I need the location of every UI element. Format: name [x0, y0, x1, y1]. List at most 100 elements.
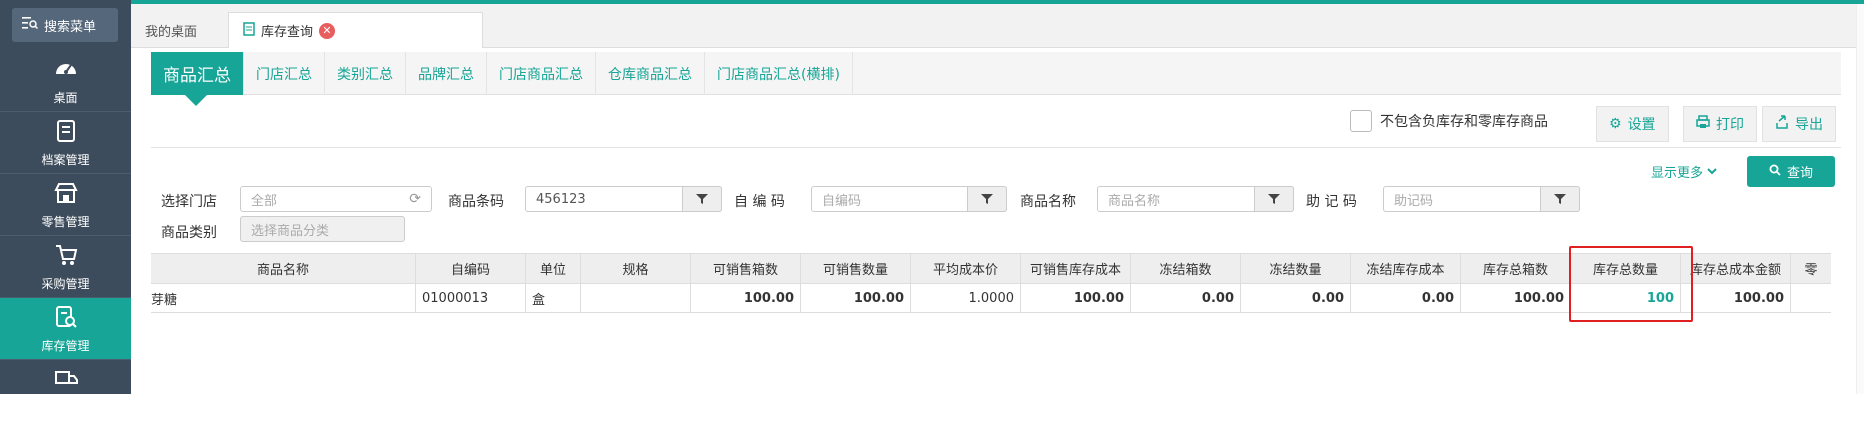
cell-frozen-qty: 0.00: [1241, 284, 1351, 312]
vertical-scrollbar[interactable]: [1856, 4, 1864, 394]
tab-inventory-query[interactable]: 库存查询 ✕: [228, 12, 483, 48]
cell-frozen-cost: 0.00: [1351, 284, 1461, 312]
column-header[interactable]: 冻结箱数: [1131, 254, 1241, 283]
column-header[interactable]: 可销售库存成本: [1021, 254, 1131, 283]
settings-button[interactable]: ⚙ 设置: [1596, 106, 1669, 142]
tab-my-desktop[interactable]: 我的桌面: [131, 12, 226, 48]
cell-sellable-boxes: 100.00: [691, 284, 801, 312]
close-icon[interactable]: ✕: [319, 22, 336, 39]
column-header[interactable]: 可销售数量: [801, 254, 911, 283]
show-more-label: 显示更多: [1651, 166, 1704, 181]
tab-label: 我的桌面: [145, 24, 198, 40]
checkbox-label: 不包含负库存和零库存商品: [1380, 114, 1548, 130]
column-header[interactable]: 零: [1791, 254, 1831, 283]
mnemonic-input[interactable]: 助记码: [1383, 186, 1580, 212]
exclude-negative-stock-checkbox[interactable]: [1350, 110, 1372, 132]
sidebar-item-retail[interactable]: 零售管理: [0, 174, 131, 236]
selfcode-input[interactable]: 自编码: [811, 186, 1007, 212]
search-icon: [1769, 164, 1781, 180]
subtab-store-summary[interactable]: 门店汇总: [244, 52, 325, 95]
cart-icon: [53, 242, 79, 271]
category-select[interactable]: 选择商品分类: [240, 216, 405, 242]
product-name-label: 商品名称: [1020, 194, 1076, 210]
selfcode-label: 自 编 码: [734, 194, 785, 210]
sidebar: 搜索菜单 桌面 档案管理 零售管理 采购管理 库存管理: [0, 0, 131, 394]
cell-extra: [1791, 284, 1831, 312]
column-header[interactable]: 库存总箱数: [1461, 254, 1571, 283]
sidebar-item-label: 零售管理: [41, 214, 90, 229]
cell-self-code: 01000013: [416, 284, 526, 312]
mnemonic-filter-button[interactable]: [1540, 186, 1580, 212]
column-header[interactable]: 冻结库存成本: [1351, 254, 1461, 283]
subtab-brand-summary[interactable]: 品牌汇总: [406, 52, 487, 95]
column-header[interactable]: 冻结数量: [1241, 254, 1351, 283]
inventory-icon: [53, 304, 79, 333]
chevron-down-icon: [1707, 164, 1717, 179]
barcode-input[interactable]: 456123: [525, 186, 722, 212]
dashboard-icon: [53, 56, 79, 85]
sidebar-item-label: 桌面: [53, 90, 78, 105]
cell-sellable-qty: 100.00: [801, 284, 911, 312]
active-tab-pointer: [185, 95, 207, 106]
store-label: 选择门店: [161, 194, 217, 210]
cell-avg-cost: 1.0000: [911, 284, 1021, 312]
highlight-box: [1569, 246, 1693, 322]
sidebar-item-logistics[interactable]: [0, 360, 131, 422]
cell-frozen-boxes: 0.00: [1131, 284, 1241, 312]
sidebar-item-label: 档案管理: [41, 152, 90, 167]
subtab-warehouse-product-summary[interactable]: 仓库商品汇总: [596, 52, 705, 95]
document-icon: [243, 21, 255, 40]
column-header[interactable]: 自编码: [416, 254, 526, 283]
export-button[interactable]: 导出: [1762, 106, 1836, 142]
gear-icon: ⚙: [1609, 116, 1622, 132]
query-label: 查询: [1786, 166, 1813, 181]
column-header[interactable]: 可销售箱数: [691, 254, 801, 283]
tab-label: 库存查询: [261, 25, 314, 40]
print-label: 打印: [1716, 117, 1744, 133]
column-header[interactable]: 库存总成本金额: [1681, 254, 1791, 283]
filter-icon: [1554, 194, 1566, 204]
export-label: 导出: [1795, 117, 1823, 133]
sidebar-item-purchase[interactable]: 采购管理: [0, 236, 131, 298]
filter-icon: [696, 194, 708, 204]
category-placeholder: 选择商品分类: [251, 223, 330, 239]
product-name-input[interactable]: 商品名称: [1097, 186, 1294, 212]
subtab-category-summary[interactable]: 类别汇总: [325, 52, 406, 95]
selfcode-filter-button[interactable]: [967, 186, 1007, 212]
refresh-icon[interactable]: ⟳: [409, 191, 421, 207]
show-more-link[interactable]: 显示更多: [1651, 162, 1717, 181]
column-header[interactable]: 单位: [526, 254, 581, 283]
query-button[interactable]: 查询: [1747, 156, 1835, 187]
store-icon: [53, 180, 79, 209]
sidebar-item-label: 采购管理: [41, 276, 90, 291]
mnemonic-placeholder: 助记码: [1394, 193, 1434, 209]
sidebar-item-archive[interactable]: 档案管理: [0, 112, 131, 174]
subtab-store-product-summary[interactable]: 门店商品汇总: [487, 52, 596, 95]
column-header[interactable]: 商品名称: [151, 254, 416, 283]
cell-total-cost: 100.00: [1681, 284, 1791, 312]
product-name-filter-button[interactable]: [1254, 186, 1294, 212]
summary-tabs: 商品汇总 门店汇总 类别汇总 品牌汇总 门店商品汇总 仓库商品汇总 门店商品汇总…: [151, 52, 1841, 95]
exclude-negative-stock-option[interactable]: 不包含负库存和零库存商品: [1350, 110, 1548, 132]
subtab-store-product-horizontal[interactable]: 门店商品汇总(横排): [705, 52, 853, 95]
column-header[interactable]: 规格: [581, 254, 691, 283]
filter-icon: [981, 194, 993, 204]
store-select[interactable]: 全部 ⟳: [240, 186, 432, 212]
subtab-product-summary[interactable]: 商品汇总: [151, 52, 244, 95]
sidebar-item-label: 库存管理: [41, 338, 90, 353]
product-name-placeholder: 商品名称: [1108, 193, 1161, 209]
barcode-value: 456123: [536, 191, 586, 207]
section-divider: [151, 147, 1841, 148]
cell-sellable-cost: 100.00: [1021, 284, 1131, 312]
barcode-filter-button[interactable]: [682, 186, 722, 212]
cell-product-name: 芽糖: [151, 284, 416, 312]
column-header[interactable]: 平均成本价: [911, 254, 1021, 283]
sidebar-item-inventory[interactable]: 库存管理: [0, 298, 131, 360]
search-menu-button[interactable]: 搜索菜单: [12, 8, 118, 42]
store-placeholder: 全部: [251, 193, 278, 209]
mnemonic-label: 助 记 码: [1306, 194, 1357, 210]
filter-icon: [1268, 194, 1280, 204]
print-button[interactable]: 打印: [1683, 106, 1757, 142]
sidebar-item-desktop[interactable]: 桌面: [0, 50, 131, 112]
category-label: 商品类别: [161, 225, 217, 241]
